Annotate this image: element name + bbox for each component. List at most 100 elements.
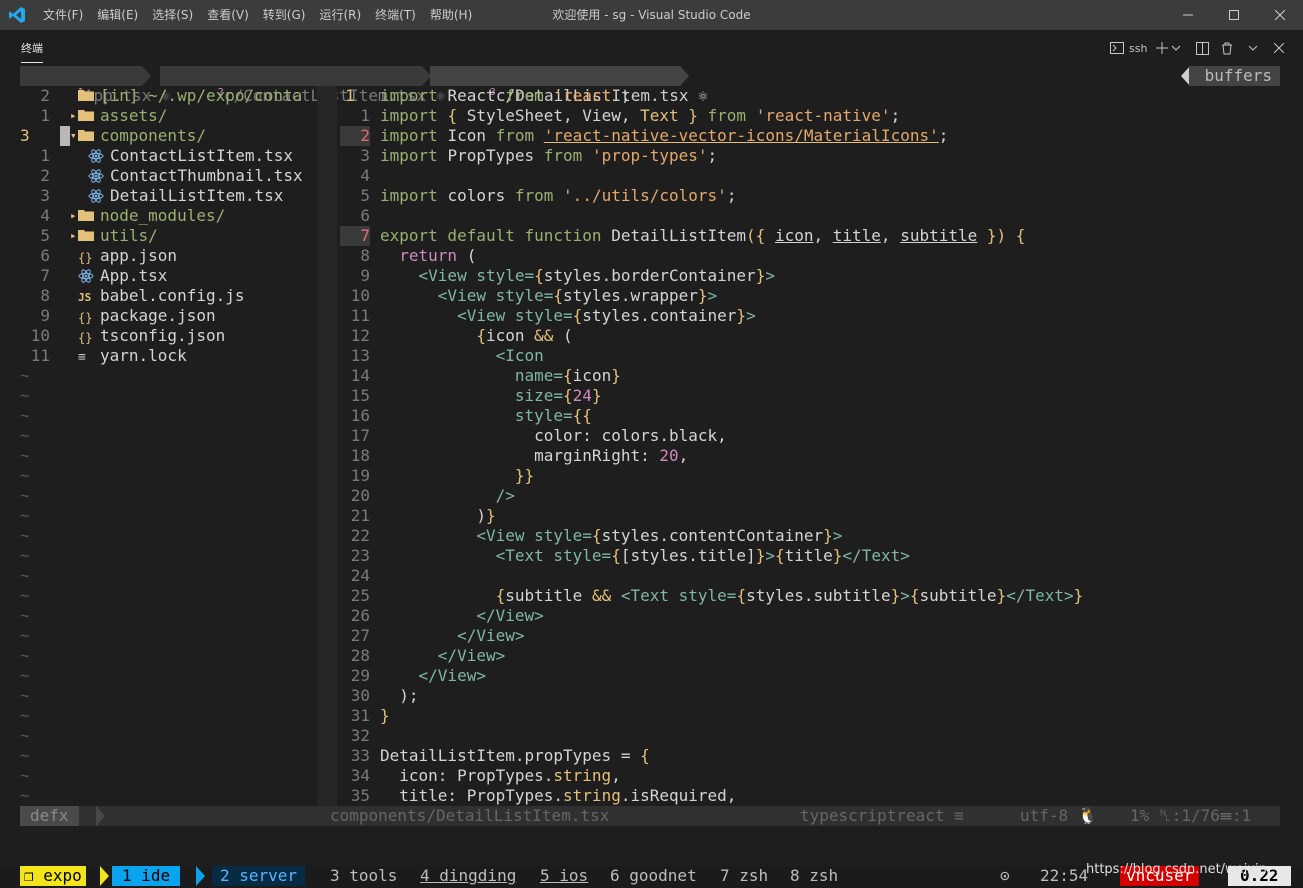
code-token: '../utils/colors' (563, 186, 727, 205)
code-line: 10 <View style={styles.wrapper}> (340, 286, 1303, 306)
tmux-window-5[interactable]: 5 ios (540, 866, 588, 886)
code-token: { (534, 266, 544, 285)
line-number: 35 (350, 786, 370, 805)
new-terminal-button[interactable] (1156, 39, 1181, 57)
tree-item[interactable]: 10 {} tsconfig.json (20, 326, 314, 346)
buffers-label: buffers (1188, 66, 1280, 86)
code-editor[interactable]: 1 import React from 'react'; 1 import { Sty… (340, 86, 1303, 806)
code-text: <View style={styles.wrapper}> (380, 286, 717, 306)
code-token: subtitle (919, 586, 997, 605)
close-panel-button[interactable] (1274, 39, 1284, 57)
menu-terminal[interactable]: 终端(T) (368, 0, 423, 30)
code-line: 34 icon: PropTypes.string, (340, 766, 1303, 786)
tree-item[interactable]: 8 JS babel.config.js (20, 286, 314, 306)
code-text: ); (380, 686, 418, 706)
split-terminal-button[interactable] (1196, 39, 1209, 57)
tree-item[interactable]: 6 {} app.json (20, 246, 314, 266)
code-token: styles.contentContainer (601, 526, 824, 545)
code-token: React (447, 86, 506, 105)
tab-terminal[interactable]: 终端 (21, 40, 43, 63)
tmux-window-2[interactable]: 2 server (212, 866, 306, 886)
file-tree[interactable]: 2 [in] ~/.wp/expo/conta 1 ▸ assets/3 ▾ compone… (20, 86, 314, 806)
code-token: ; (938, 126, 949, 145)
tree-item[interactable]: 3 DetailListItem.tsx (20, 186, 314, 206)
minimize-button[interactable] (1165, 0, 1211, 30)
menu-run[interactable]: 运行(R) (312, 0, 368, 30)
code-token: <Text style= (495, 546, 612, 565)
code-text: <View style={styles.container}> (380, 306, 756, 326)
tree-line-number: 2 (40, 86, 50, 105)
menu-help[interactable]: 帮助(H) (423, 0, 479, 30)
tree-line-number: 1 (40, 106, 50, 125)
code-line: ✗7export default function DetailListItem… (340, 226, 1303, 246)
tmux-window-7[interactable]: 7 zsh (720, 866, 768, 886)
code-token: > (746, 306, 756, 325)
chevron-down-icon[interactable]: ▾ (70, 126, 77, 146)
tmux-window-3[interactable]: 3 tools (330, 866, 397, 886)
tree-item[interactable]: 4 ▸ node_modules/ (20, 206, 314, 226)
code-line: ✗2import Icon from 'react-native-vector-… (340, 126, 1303, 146)
menu-file[interactable]: 文件(F) (36, 0, 90, 30)
tmux-window-1[interactable]: 1 ide (112, 866, 181, 886)
tree-item-name: yarn.lock (100, 346, 187, 365)
maximize-button[interactable] (1211, 0, 1257, 30)
code-token: [styles.title] (620, 546, 756, 565)
kill-terminal-button[interactable] (1221, 39, 1233, 57)
menu-view[interactable]: 查看(V) (200, 0, 256, 30)
tmux-window-6[interactable]: 6 goodnet (610, 866, 697, 886)
tree-line-number: 11 (30, 346, 50, 365)
code-token: styles.container (582, 306, 737, 325)
chevron-right-icon[interactable]: ▸ (70, 106, 77, 126)
code-token: size= (514, 386, 564, 405)
folder-icon (78, 230, 94, 241)
tree-item[interactable]: 11 ≡ yarn.lock (20, 346, 314, 366)
code-token: from (505, 86, 554, 105)
empty-line-marker: ~ (20, 746, 30, 765)
tmux-window-8[interactable]: 8 zsh (790, 866, 838, 886)
empty-line-marker: ~ (20, 586, 30, 605)
line-number: 21 (350, 506, 370, 525)
code-text: name={icon} (380, 366, 621, 386)
code-token: import (380, 106, 448, 125)
line-number: 3 (360, 146, 370, 165)
tmux-window-4[interactable]: 4 dingding (420, 866, 516, 886)
tree-item[interactable]: 5 ▸ utils/ (20, 226, 314, 246)
code-token: } (591, 386, 602, 405)
code-token: } (380, 706, 390, 725)
tree-item[interactable]: 1 ContactListItem.tsx (20, 146, 314, 166)
chevron-right-icon[interactable]: ▸ (70, 226, 77, 246)
close-window-button[interactable] (1257, 0, 1303, 30)
tree-item[interactable]: 3 ▾ components/ (20, 126, 314, 146)
buffer-tab-2[interactable]: 2c/ContactListItem.tsx ⚛ (160, 66, 445, 105)
code-token: </Text> (1006, 586, 1074, 605)
tree-item[interactable]: 2 [in] ~/.wp/expo/conta (20, 86, 314, 106)
buffer-tab-3[interactable]: 3c/DetailListItem.tsx ⚛ (430, 66, 708, 105)
menu-go[interactable]: 转到(G) (256, 0, 313, 30)
terminal-view[interactable]: 1App.tsx ⚛ 2c/ContactListItem.tsx ⚛ 3c/D… (0, 66, 1303, 888)
line-number: 9 (360, 266, 370, 285)
tree-item[interactable]: 9 {} package.json (20, 306, 314, 326)
buffer-tab-1[interactable]: 1App.tsx ⚛ (20, 66, 171, 105)
code-token: from (514, 186, 564, 205)
buffer-tabline: 1App.tsx ⚛ 2c/ContactListItem.tsx ⚛ 3c/D… (20, 66, 1280, 105)
tree-line-number: 9 (40, 306, 50, 325)
tree-item-name: tsconfig.json (100, 326, 226, 345)
code-token: icon (485, 326, 535, 345)
code-token: { (591, 526, 602, 545)
chevron-right-icon[interactable]: ▸ (70, 206, 77, 226)
empty-line-marker: ~ (20, 526, 30, 545)
code-line: 24 (340, 566, 1303, 586)
tree-item[interactable]: 1 ▸ assets/ (20, 106, 314, 126)
menu-edit[interactable]: 编辑(E) (90, 0, 145, 30)
menu-selection[interactable]: 选择(S) (145, 0, 200, 30)
terminal-selector[interactable]: ssh (1110, 39, 1147, 57)
code-token: title: PropTypes. (380, 786, 564, 805)
tree-item[interactable]: 7 App.tsx (20, 266, 314, 286)
tree-item[interactable]: 2 ContactThumbnail.tsx (20, 166, 314, 186)
maximize-panel-button[interactable] (1248, 39, 1258, 57)
